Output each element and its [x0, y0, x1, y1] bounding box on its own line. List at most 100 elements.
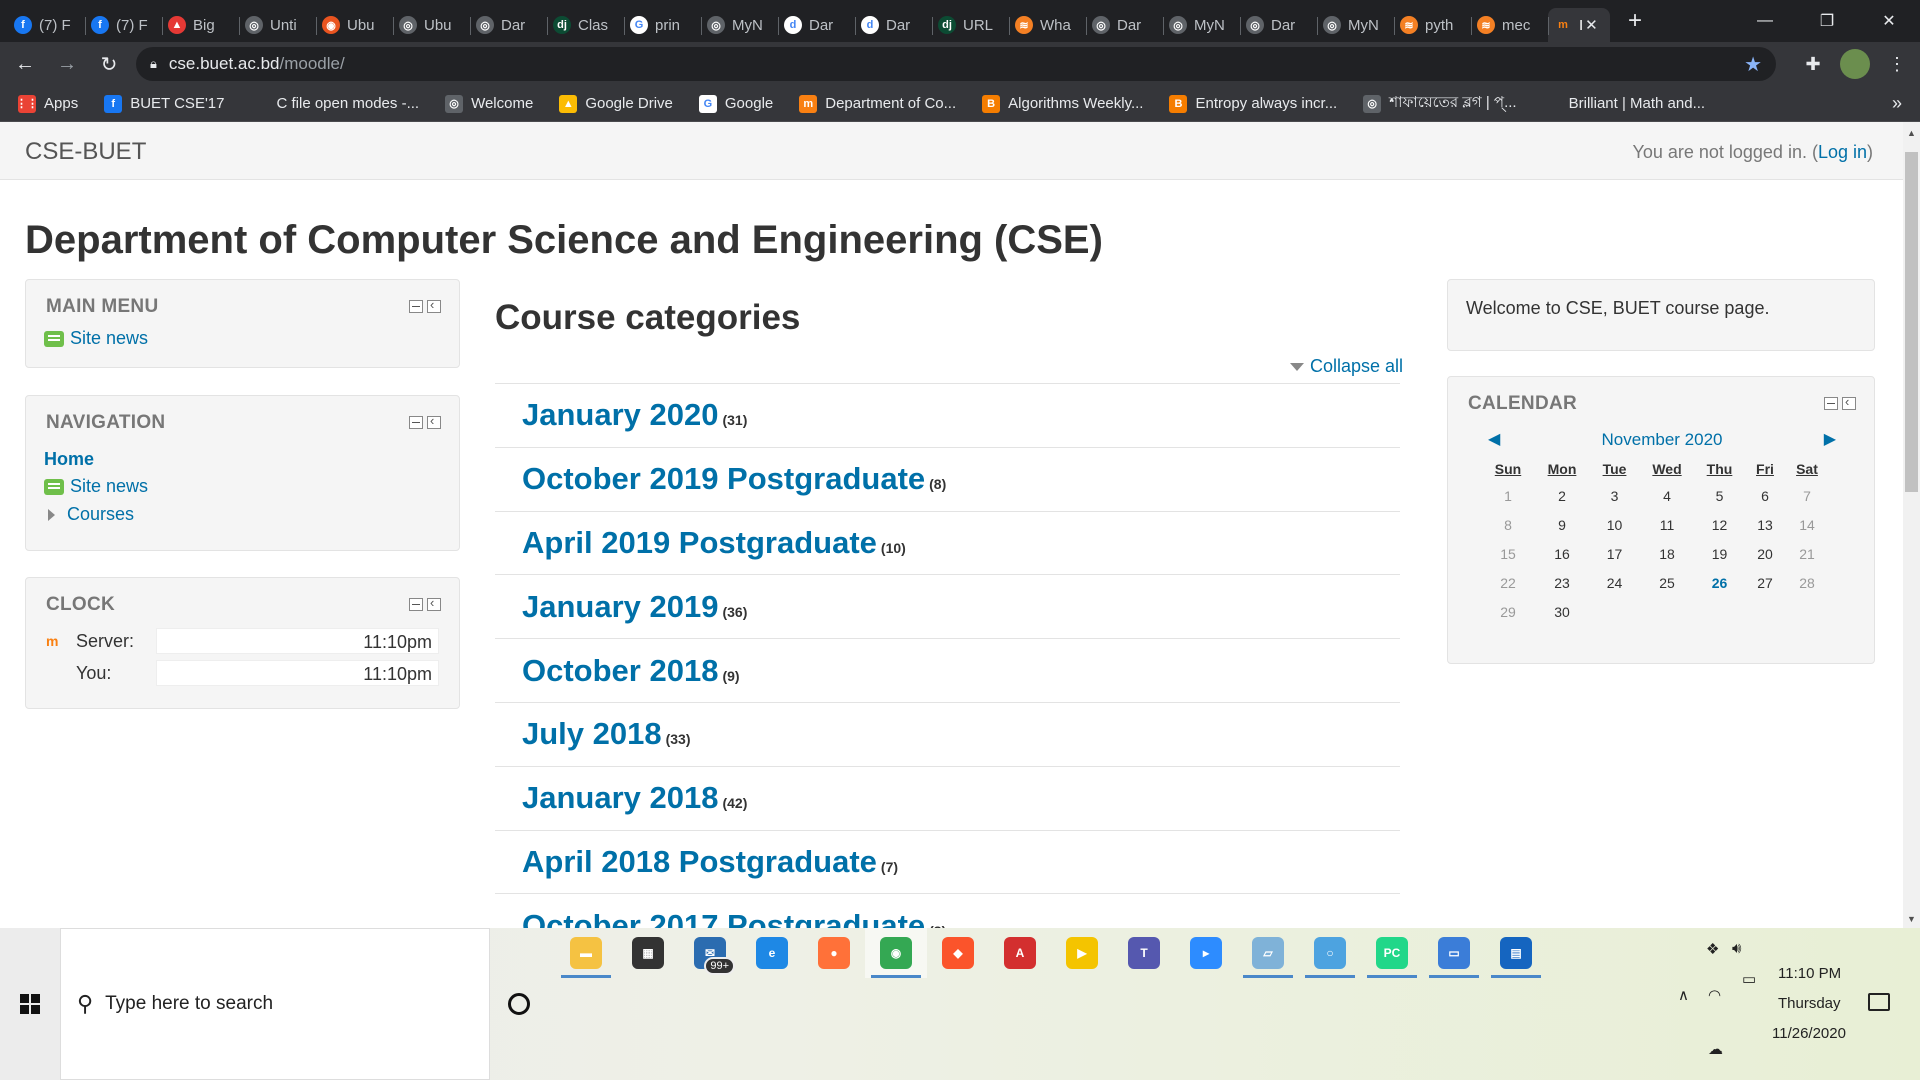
browser-tab[interactable]: ≋ Wha: [1009, 8, 1086, 42]
clock-day[interactable]: Thursday: [1778, 995, 1841, 1012]
calendar-day[interactable]: 4: [1640, 481, 1694, 510]
taskbar-app[interactable]: ✉ 99+: [679, 928, 741, 978]
taskbar-app[interactable]: ▸: [1175, 928, 1237, 978]
dropbox-icon[interactable]: ❖: [1706, 940, 1719, 958]
category-name[interactable]: October 2018: [522, 653, 718, 689]
category-row[interactable]: October 2017 Postgraduate(8): [495, 893, 1400, 928]
taskbar-app[interactable]: e: [741, 928, 803, 978]
scroll-down-icon[interactable]: ▼: [1903, 914, 1920, 924]
back-icon[interactable]: ←: [8, 47, 42, 81]
browser-tab[interactable]: d Dar: [778, 8, 855, 42]
minimize-block-icon[interactable]: [409, 598, 423, 611]
bookmark-item[interactable]: ▲ Google Drive: [559, 94, 673, 113]
site-news-link[interactable]: Site news: [44, 328, 148, 349]
browser-tab[interactable]: dj URL: [932, 8, 1009, 42]
collapse-all-link[interactable]: Collapse all: [1290, 356, 1403, 377]
browser-tab[interactable]: ≋ mec: [1471, 8, 1548, 42]
calendar-day[interactable]: 26: [1694, 568, 1745, 597]
bookmark-item[interactable]: f BUET CSE'17: [104, 94, 225, 113]
profile-avatar[interactable]: [1840, 49, 1870, 79]
browser-tab[interactable]: ◎ Dar: [470, 8, 547, 42]
clock-date[interactable]: 11/26/2020: [1772, 1025, 1846, 1042]
browser-tab[interactable]: ◎ MyN: [701, 8, 778, 42]
category-name[interactable]: July 2018: [522, 716, 662, 752]
calendar-day[interactable]: 5: [1694, 481, 1745, 510]
taskbar-app[interactable]: ▬: [555, 928, 617, 978]
calendar-day[interactable]: 6: [1745, 481, 1785, 510]
expand-arrow-icon[interactable]: [502, 727, 511, 742]
volume-icon[interactable]: 🔊︎: [1732, 940, 1741, 957]
dock-block-icon[interactable]: [427, 297, 441, 313]
calendar-day[interactable]: 21: [1785, 539, 1829, 568]
notification-icon[interactable]: [1868, 993, 1890, 1011]
calendar-day[interactable]: 29: [1481, 597, 1535, 626]
calendar-day[interactable]: 16: [1535, 539, 1589, 568]
bookmark-item[interactable]: ◎ শাফায়েতের ব্লগ | প্...: [1363, 91, 1517, 116]
category-row[interactable]: July 2018 (33): [495, 701, 1400, 766]
bookmark-item[interactable]: G Google: [698, 94, 773, 113]
expand-arrow-icon[interactable]: [502, 408, 511, 423]
category-name[interactable]: April 2019 Postgraduate: [522, 525, 877, 561]
taskbar-app[interactable]: ▱: [1237, 928, 1299, 978]
onedrive-icon[interactable]: ☁: [1708, 1040, 1723, 1058]
calendar-day[interactable]: 13: [1745, 510, 1785, 539]
dock-block-icon[interactable]: [427, 413, 441, 429]
expand-arrow-icon[interactable]: [502, 472, 511, 487]
minimize-block-icon[interactable]: [1824, 397, 1838, 410]
bookmark-item[interactable]: m Department of Co...: [799, 94, 956, 113]
browser-tab[interactable]: d Dar: [855, 8, 932, 42]
browser-tab[interactable]: f (7) F: [85, 8, 162, 42]
wifi-icon[interactable]: ◠: [1708, 986, 1721, 1004]
calendar-day[interactable]: 2: [1535, 481, 1589, 510]
taskbar-app[interactable]: ▤: [1485, 928, 1547, 978]
expand-arrow-icon[interactable]: [502, 663, 511, 678]
browser-tab[interactable]: ◎ MyN: [1163, 8, 1240, 42]
calendar-day[interactable]: 15: [1481, 539, 1535, 568]
nav-courses-link[interactable]: Courses: [44, 504, 134, 525]
browser-tab[interactable]: ◎ Ubu: [393, 8, 470, 42]
dock-block-icon[interactable]: [1842, 394, 1856, 410]
taskbar-search[interactable]: ⚲ Type here to search: [60, 928, 490, 1080]
bookmarks-overflow-icon[interactable]: »: [1892, 93, 1902, 114]
category-name[interactable]: January 2020: [522, 397, 718, 433]
clock-time[interactable]: 11:10 PM: [1778, 965, 1841, 982]
new-tab-icon[interactable]: +: [1628, 7, 1642, 35]
calendar-day[interactable]: 11: [1640, 510, 1694, 539]
scroll-up-icon[interactable]: ▲: [1903, 128, 1920, 138]
expand-arrow-icon[interactable]: [502, 599, 511, 614]
calendar-day[interactable]: 28: [1785, 568, 1829, 597]
calendar-day[interactable]: 9: [1535, 510, 1589, 539]
calendar-day[interactable]: 14: [1785, 510, 1829, 539]
category-row[interactable]: January 2018 (42): [495, 765, 1400, 830]
bookmark-item[interactable]: B Algorithms Weekly...: [982, 94, 1143, 113]
calendar-day[interactable]: 19: [1694, 539, 1745, 568]
calendar-day[interactable]: 18: [1640, 539, 1694, 568]
page-scrollbar[interactable]: ▲ ▼: [1903, 122, 1920, 928]
dock-block-icon[interactable]: [427, 595, 441, 611]
taskbar-app[interactable]: ◉: [865, 928, 927, 978]
taskbar-app[interactable]: ▶: [1051, 928, 1113, 978]
browser-tab[interactable]: ◎ Unti: [239, 8, 316, 42]
browser-tab[interactable]: ◎ Dar: [1240, 8, 1317, 42]
expand-arrow-icon[interactable]: [502, 854, 511, 869]
bookmark-item[interactable]: Brilliant | Math and...: [1542, 94, 1705, 113]
category-row[interactable]: April 2018 Postgraduate (7): [495, 829, 1400, 894]
calendar-day[interactable]: 22: [1481, 568, 1535, 597]
browser-tab[interactable]: dj Clas: [547, 8, 624, 42]
close-tab-icon[interactable]: ✕: [1585, 16, 1598, 34]
calendar-day[interactable]: 3: [1589, 481, 1640, 510]
scrollbar-thumb[interactable]: [1905, 152, 1918, 492]
category-row[interactable]: January 2020 (31): [495, 383, 1400, 447]
site-brand[interactable]: CSE-BUET: [25, 138, 146, 166]
bookmark-item[interactable]: C file open modes -...: [250, 94, 419, 113]
calendar-day[interactable]: 12: [1694, 510, 1745, 539]
calendar-day[interactable]: 17: [1589, 539, 1640, 568]
browser-menu-icon[interactable]: ⋮: [1882, 49, 1912, 79]
nav-home-link[interactable]: Home: [44, 449, 94, 470]
browser-tab-active[interactable]: m I ✕: [1548, 8, 1610, 42]
category-row[interactable]: January 2019 (36): [495, 574, 1400, 638]
reload-icon[interactable]: ↻: [92, 47, 126, 81]
category-name[interactable]: April 2018 Postgraduate: [522, 844, 877, 880]
nav-site-news-link[interactable]: Site news: [44, 476, 148, 497]
expand-arrow-icon[interactable]: [502, 918, 511, 928]
